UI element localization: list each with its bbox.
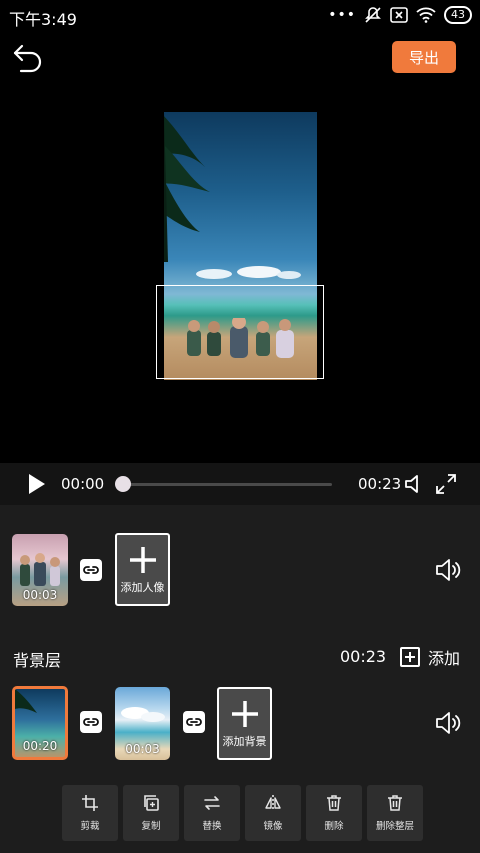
link-icon [83,718,99,726]
background-clip-1-duration: 00:20 [22,739,58,753]
mirror-label: 镜像 [263,821,283,832]
current-time: 00:00 [61,475,105,493]
delete-label: 删除 [324,821,344,832]
trash-layer-icon [388,795,402,811]
volume-icon[interactable] [403,472,427,496]
play-icon[interactable] [24,472,48,496]
battery-indicator: 43 [444,6,472,24]
link-button-2[interactable] [80,711,102,733]
add-portrait-label: 添加人像 [120,580,165,594]
copy-icon [144,795,159,811]
sim-icon [390,7,408,23]
crop-label: 剪裁 [80,821,100,832]
add-portrait-button[interactable]: 添加人像 [115,533,170,606]
palm-tree-image [164,112,210,262]
mirror-button[interactable]: 镜像 [245,785,301,841]
wifi-icon [416,7,436,23]
add-background-clip-label: 添加背景 [222,734,267,748]
copy-button[interactable]: 复制 [123,785,179,841]
background-clip-1[interactable]: 00:20 [12,686,68,760]
mute-icon [364,6,382,24]
status-icons: ••• 43 [328,6,472,24]
clouds-image [196,266,301,279]
background-clip-2[interactable]: 00:03 [115,687,170,760]
replace-button[interactable]: 替换 [184,785,240,841]
back-button[interactable] [10,40,46,76]
link-button-3[interactable] [183,711,205,733]
progress-knob[interactable] [115,476,131,492]
video-preview[interactable] [164,112,317,380]
people-group-image [187,318,294,358]
playback-bar: 00:00 00:23 [0,463,480,505]
status-bar: 下午3:49 ••• 43 [0,0,480,32]
delete-button[interactable]: 删除 [306,785,362,841]
background-clip-2-duration: 00:03 [125,742,160,756]
copy-label: 复制 [141,821,161,832]
delete-layer-button[interactable]: 删除整层 [367,785,423,841]
plus-icon [231,700,258,727]
mirror-icon [265,795,281,811]
portrait-audio-icon[interactable] [434,556,462,584]
delete-layer-label: 删除整层 [375,821,414,832]
plus-icon [129,546,156,573]
background-audio-icon[interactable] [434,709,462,737]
link-icon [186,718,202,726]
replace-icon [204,796,220,810]
crop-button[interactable]: 剪裁 [62,785,118,841]
back-arrow-icon [13,44,42,73]
background-layer-duration: 00:23 [340,647,387,666]
more-dots-icon: ••• [328,7,356,23]
total-time: 00:23 [358,475,402,493]
crop-icon [82,795,98,811]
add-background-label: 添加 [428,649,461,668]
progress-track[interactable] [122,483,332,486]
trash-icon [327,795,341,811]
portrait-clip-duration: 00:03 [22,588,58,602]
background-layer-title: 背景层 [13,651,62,670]
link-icon [83,566,99,574]
plus-square-icon [400,647,420,667]
fullscreen-icon[interactable] [434,472,458,496]
status-time: 下午3:49 [9,10,77,29]
export-button[interactable]: 导出 [392,41,456,73]
portrait-clip[interactable]: 00:03 [12,534,68,606]
add-background-button[interactable]: 添加 [400,645,460,669]
edit-toolbar: 剪裁 复制 替换 镜像 删除 删除整层 [62,785,423,841]
link-button[interactable] [80,559,102,581]
add-background-clip-button[interactable]: 添加背景 [217,687,272,760]
replace-label: 替换 [202,821,222,832]
